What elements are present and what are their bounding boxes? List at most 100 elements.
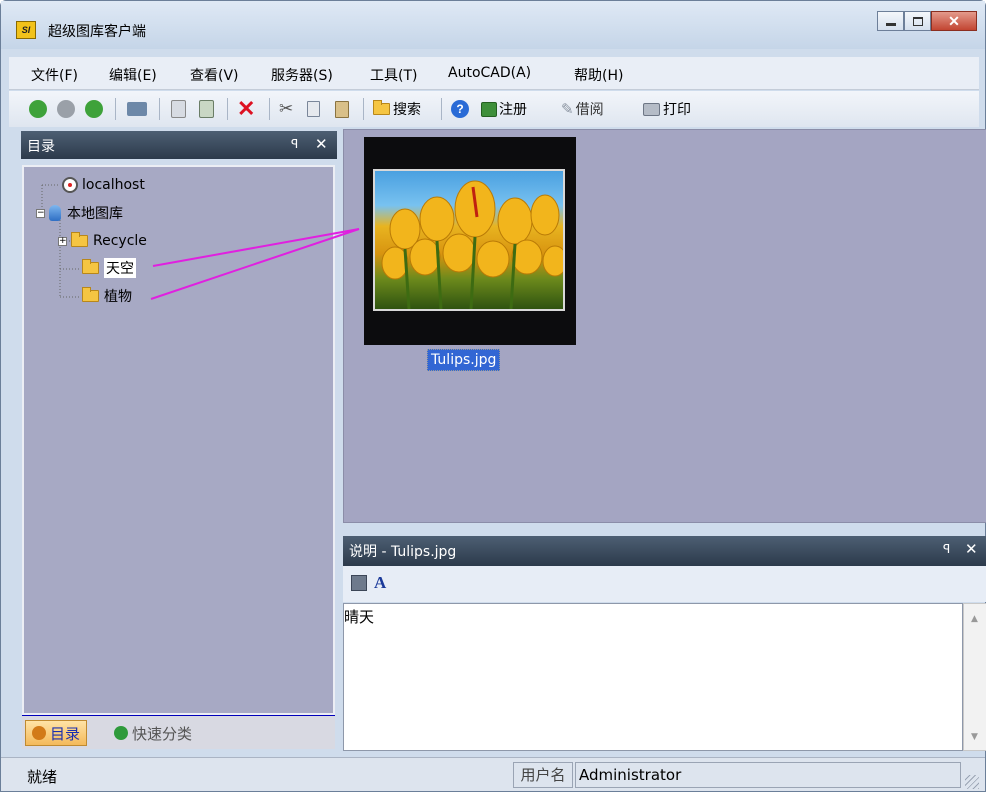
menu-tools[interactable]: 工具(T): [370, 65, 417, 85]
pin-icon[interactable]: ꟼ: [943, 542, 950, 556]
window-title: 超级图库客户端: [48, 24, 146, 40]
register-button[interactable]: 注册: [481, 98, 527, 120]
status-text: 就绪: [27, 768, 58, 786]
title-bar[interactable]: SI 超级图库客户端 ✕: [1, 1, 985, 49]
maximize-button[interactable]: [904, 11, 931, 31]
cut-button[interactable]: ✂: [279, 98, 293, 120]
tab-directory[interactable]: 目录: [25, 720, 88, 746]
tree-node-localhost[interactable]: localhost: [62, 175, 145, 195]
search-button[interactable]: 搜索: [373, 98, 421, 120]
search-folder-icon: [373, 100, 390, 115]
properties-icon: [199, 100, 214, 118]
folder-icon: [82, 287, 99, 302]
paste-button[interactable]: [335, 98, 349, 120]
app-logo-icon: SI: [16, 21, 36, 39]
back-button[interactable]: [29, 98, 47, 120]
back-arrow-icon: [29, 100, 47, 118]
paste-icon: [335, 100, 349, 118]
tulips-thumbnail-image: [373, 169, 565, 311]
toolbar: ✕ ✂ 搜索 ? 注册 ✎ 借阅 打印: [9, 91, 979, 127]
forward-arrow-icon: [57, 100, 75, 118]
resize-grip[interactable]: [965, 775, 979, 789]
tree-pane-header: 目录 ꟼ ✕: [21, 131, 337, 159]
description-pane-header: 说明 - Tulips.jpg ꟼ ✕: [343, 536, 986, 566]
app-window: SI 超级图库客户端 ✕ 文件(F) 编辑(E) 查看(V) 服务器(S) 工具…: [0, 0, 986, 792]
save-icon[interactable]: [351, 575, 367, 591]
expand-icon[interactable]: +: [58, 236, 67, 246]
refresh-icon: [171, 100, 186, 118]
tab-quick-category[interactable]: 快速分类: [108, 720, 198, 746]
refresh-button[interactable]: [171, 98, 186, 120]
thumbnail-filename[interactable]: Tulips.jpg: [427, 349, 501, 371]
server-icon: [62, 177, 78, 193]
pin-icon[interactable]: ꟼ: [291, 137, 298, 151]
folder-open-icon: [82, 259, 99, 274]
minimize-button[interactable]: [877, 11, 904, 31]
tree-node-plants[interactable]: 植物: [82, 286, 132, 306]
image-gallery[interactable]: Tulips.jpg: [343, 129, 986, 523]
database-icon: [49, 205, 61, 221]
tree-view[interactable]: localhost − 本地图库 + Recycle 天空 植物: [22, 165, 335, 715]
scroll-down-icon[interactable]: ▼: [971, 732, 978, 742]
pane-close-icon[interactable]: ✕: [315, 135, 328, 153]
up-button[interactable]: [85, 98, 103, 120]
menu-server[interactable]: 服务器(S): [271, 65, 333, 85]
tab-label: 目录: [50, 724, 81, 743]
font-icon[interactable]: A: [374, 573, 386, 593]
borrow-button[interactable]: ✎ 借阅: [561, 98, 604, 120]
username-value: Administrator: [575, 762, 961, 788]
tree-node-label: Recycle: [93, 233, 147, 249]
tulips-illustration: [381, 180, 563, 309]
printer-icon: [643, 102, 660, 116]
description-scrollbar[interactable]: ▲ ▼: [963, 603, 986, 751]
copy-button[interactable]: [307, 98, 320, 120]
help-question-icon: ?: [451, 100, 469, 118]
print-button[interactable]: 打印: [643, 98, 691, 120]
collapse-icon[interactable]: −: [36, 208, 45, 218]
properties-button[interactable]: [199, 98, 214, 120]
scroll-up-icon[interactable]: ▲: [971, 614, 978, 624]
menu-file[interactable]: 文件(F): [31, 65, 78, 85]
close-button[interactable]: ✕: [931, 11, 977, 31]
tree-node-sky[interactable]: 天空: [82, 258, 136, 278]
username-label: 用户名: [513, 762, 573, 788]
tab-label: 快速分类: [132, 724, 193, 743]
folder-icon: [71, 232, 88, 247]
scissors-icon: ✂: [279, 99, 294, 119]
description-text: 晴天: [344, 608, 375, 626]
category-tab-icon: [114, 726, 128, 740]
help-button[interactable]: ?: [451, 98, 469, 120]
connect-icon: [127, 102, 147, 116]
search-label: 搜索: [393, 102, 421, 118]
delete-x-icon: ✕: [237, 96, 256, 121]
forward-button[interactable]: [57, 98, 75, 120]
description-toolbar: A: [343, 566, 986, 602]
connect-button[interactable]: [127, 98, 147, 120]
thumbnail[interactable]: [364, 137, 576, 345]
maximize-icon: [912, 16, 923, 26]
borrow-pen-icon: ✎: [561, 100, 574, 118]
pane-close-icon[interactable]: ✕: [965, 540, 978, 558]
print-label: 打印: [663, 102, 691, 118]
menu-edit[interactable]: 编辑(E): [109, 65, 157, 85]
description-textarea[interactable]: 晴天: [343, 603, 963, 751]
borrow-label: 借阅: [575, 102, 604, 118]
tree-node-label: localhost: [82, 177, 145, 193]
tree-node-label: 本地图库: [67, 206, 123, 222]
status-bar: 就绪 用户名 Administrator: [1, 757, 985, 791]
tree-node-label: 植物: [104, 289, 132, 305]
tree-node-local-library[interactable]: − 本地图库: [36, 203, 123, 223]
tree-pane-title: 目录: [27, 139, 55, 155]
close-icon: ✕: [948, 12, 960, 29]
directory-tab-icon: [32, 726, 46, 740]
description-pane-title: 说明 - Tulips.jpg: [349, 544, 457, 560]
menu-help[interactable]: 帮助(H): [574, 65, 623, 85]
up-arrow-icon: [85, 100, 103, 118]
tree-node-recycle[interactable]: + Recycle: [58, 231, 147, 251]
menu-view[interactable]: 查看(V): [190, 65, 239, 85]
register-check-icon: [481, 101, 497, 117]
menu-autocad[interactable]: AutoCAD(A): [448, 65, 531, 81]
pane-tab-strip: 目录 快速分类: [22, 715, 335, 749]
register-label: 注册: [499, 102, 527, 118]
delete-button[interactable]: ✕: [237, 96, 256, 121]
